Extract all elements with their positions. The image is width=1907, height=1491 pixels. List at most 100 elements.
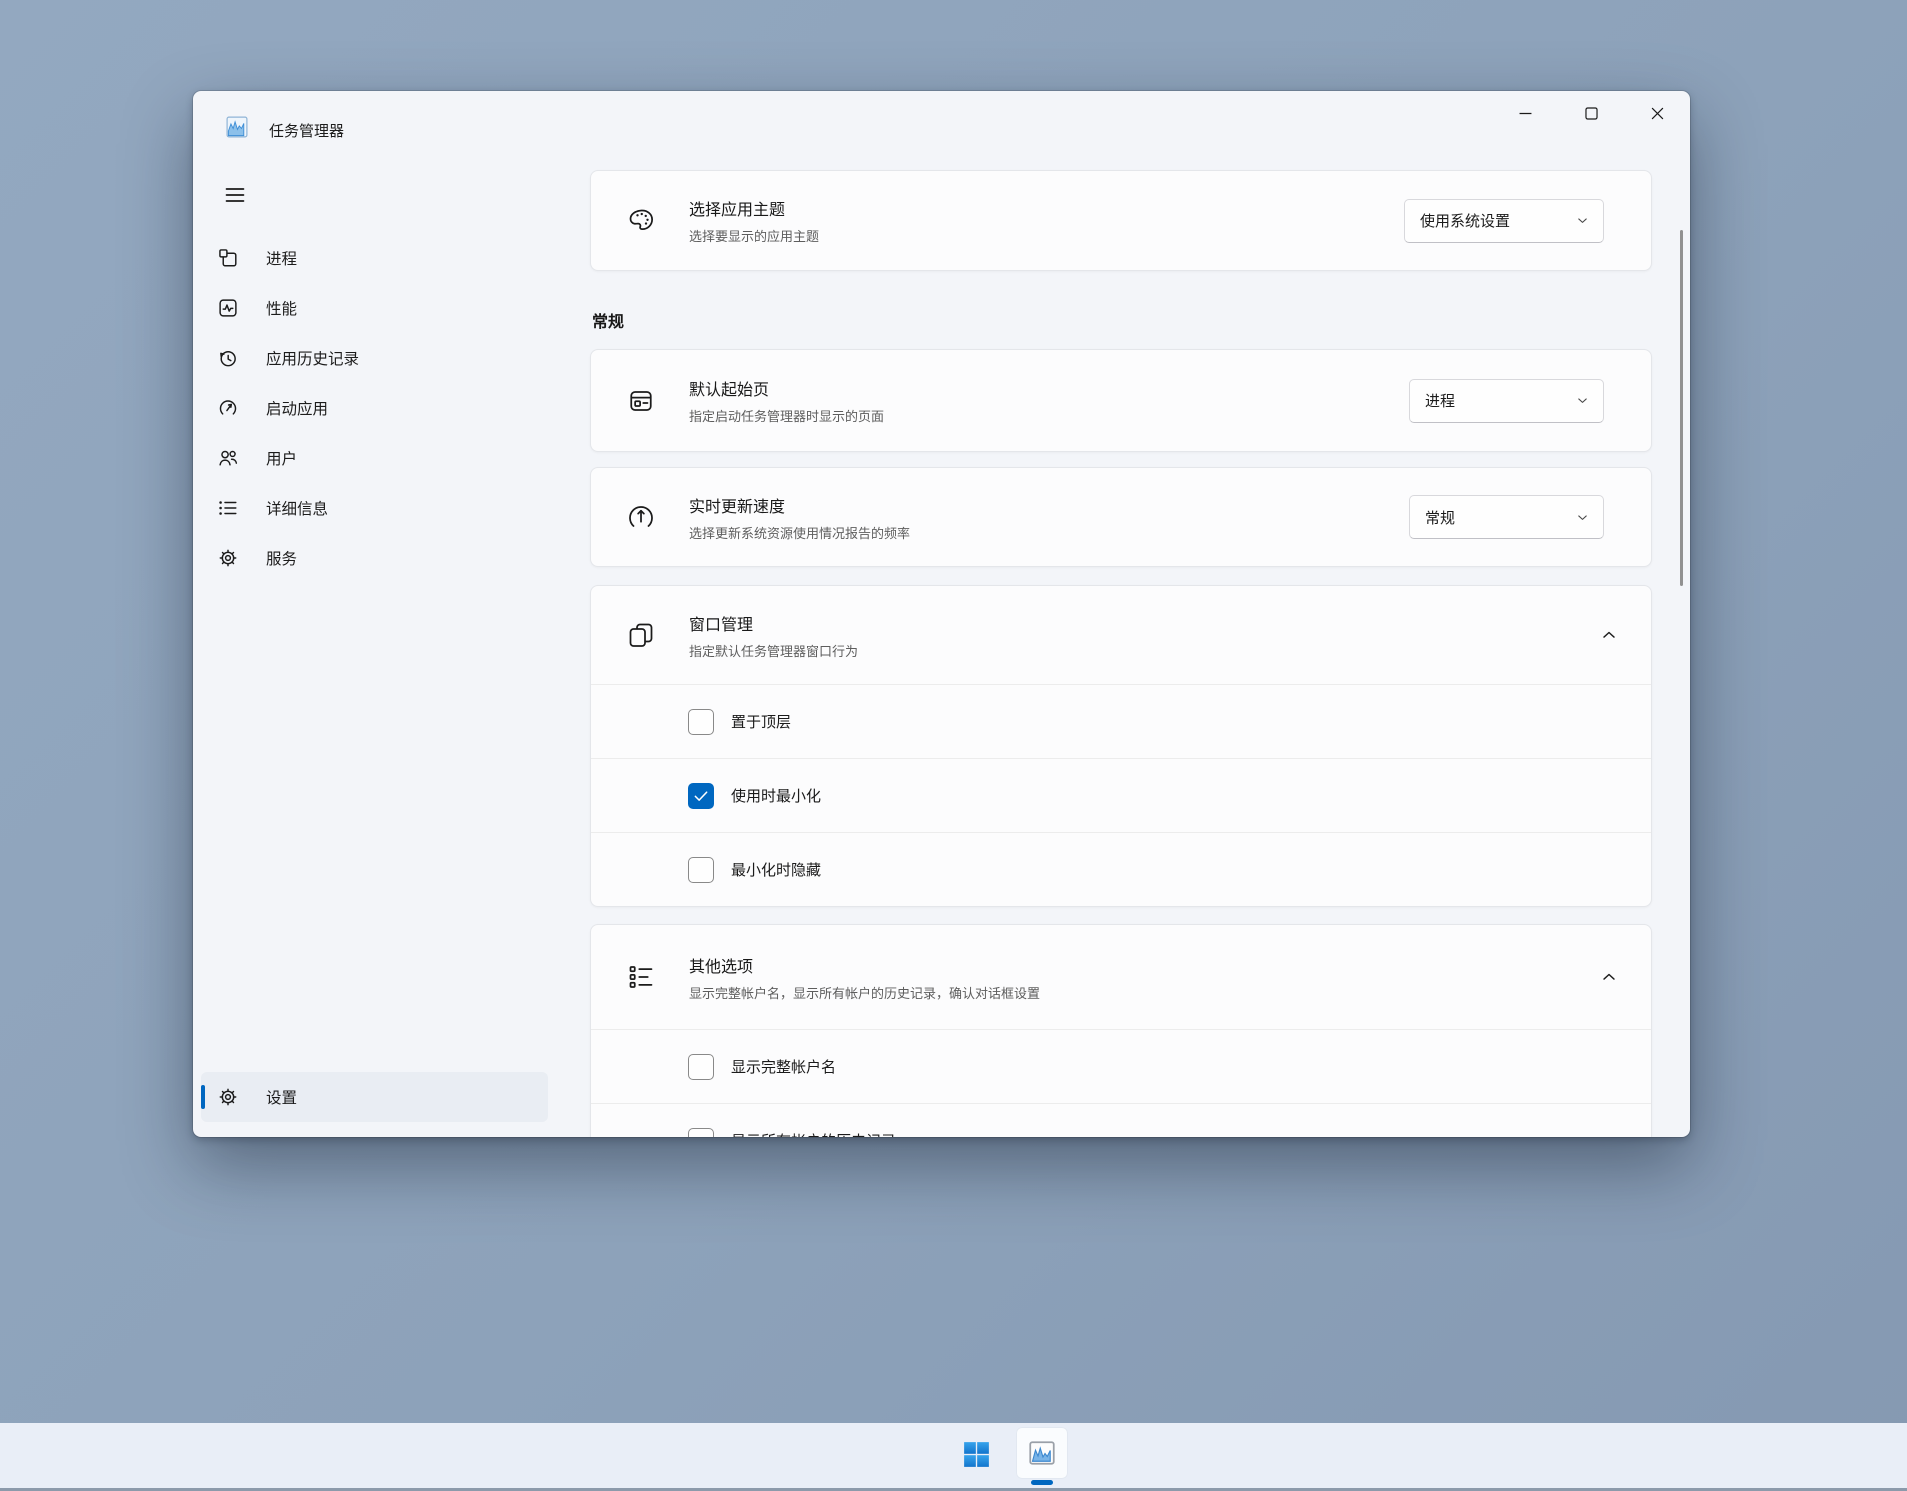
task-manager-icon	[1027, 1438, 1057, 1468]
sidebar-item-users[interactable]: 用户	[201, 433, 547, 483]
scrollbar-thumb[interactable]	[1680, 230, 1683, 586]
always-on-top-checkbox[interactable]	[688, 709, 714, 735]
start-page-icon	[626, 386, 656, 416]
window-management-title: 窗口管理	[689, 611, 858, 635]
sidebar-item-label: 启动应用	[266, 397, 328, 419]
running-app-indicator	[1031, 1480, 1053, 1485]
titlebar: 任务管理器	[193, 91, 1690, 151]
general-section-title: 常规	[592, 311, 1690, 335]
windows-stack-icon	[626, 620, 656, 650]
sidebar-item-settings[interactable]: 设置	[201, 1072, 548, 1122]
always-on-top-label: 置于顶层	[731, 711, 791, 732]
theme-card-subtitle: 选择要显示的应用主题	[689, 226, 819, 245]
start-page-setting-card: 默认起始页 指定启动任务管理器时显示的页面 进程	[590, 349, 1652, 452]
start-page-dropdown-value: 进程	[1425, 390, 1455, 411]
update-speed-dropdown[interactable]: 常规	[1409, 495, 1604, 539]
window-management-text: 窗口管理 指定默认任务管理器窗口行为	[689, 611, 858, 660]
maximize-icon	[1585, 107, 1598, 120]
sidebar-item-label: 设置	[266, 1086, 297, 1108]
minimize-on-use-checkbox[interactable]	[688, 783, 714, 809]
sidebar-item-app-history[interactable]: 应用历史记录	[201, 333, 547, 383]
app-history-icon	[217, 347, 239, 369]
hide-when-minimized-checkbox[interactable]	[688, 857, 714, 883]
window-management-header[interactable]: 窗口管理 指定默认任务管理器窗口行为	[591, 586, 1651, 684]
chevron-down-icon	[1575, 393, 1590, 408]
users-icon	[217, 447, 239, 469]
sidebar-nav: 进程 性能	[201, 233, 547, 583]
window-controls	[1492, 92, 1690, 134]
sidebar-item-startup-apps[interactable]: 启动应用	[201, 383, 547, 433]
sidebar-item-performance[interactable]: 性能	[201, 283, 547, 333]
update-speed-setting-card: 实时更新速度 选择更新系统资源使用情况报告的频率 常规	[590, 467, 1652, 567]
full-account-name-row[interactable]: 显示完整帐户名	[591, 1029, 1651, 1103]
sidebar-item-label: 用户	[266, 447, 297, 469]
other-options-collapse-button[interactable]	[1591, 959, 1627, 995]
windows-start-icon	[963, 1441, 990, 1468]
start-page-card-text: 默认起始页 指定启动任务管理器时显示的页面	[689, 376, 884, 425]
settings-gear-icon	[217, 1086, 239, 1108]
all-accounts-history-label: 显示所有帐户的历史记录	[731, 1130, 896, 1137]
taskbar-icons	[950, 1426, 1068, 1482]
minimize-on-use-row[interactable]: 使用时最小化	[591, 758, 1651, 832]
full-account-name-checkbox[interactable]	[688, 1054, 714, 1080]
task-manager-app-icon	[226, 116, 248, 138]
close-button[interactable]	[1624, 92, 1690, 134]
other-options-header[interactable]: 其他选项 显示完整帐户名，显示所有帐户的历史记录，确认对话框设置	[591, 925, 1651, 1029]
chevron-down-icon	[1575, 213, 1590, 228]
start-page-dropdown[interactable]: 进程	[1409, 379, 1604, 423]
theme-setting-card: 选择应用主题 选择要显示的应用主题 使用系统设置	[590, 170, 1652, 271]
sidebar-item-details[interactable]: 详细信息	[201, 483, 547, 533]
sidebar-item-label: 服务	[266, 547, 297, 569]
sidebar-item-label: 进程	[266, 247, 297, 269]
full-account-name-label: 显示完整帐户名	[731, 1056, 836, 1077]
window-management-card: 窗口管理 指定默认任务管理器窗口行为 置于顶层	[590, 585, 1652, 907]
sidebar: 进程 性能	[193, 151, 555, 1137]
theme-card-title: 选择应用主题	[689, 196, 819, 220]
sidebar-item-label: 性能	[266, 297, 297, 319]
update-speed-dropdown-value: 常规	[1425, 507, 1455, 528]
update-speed-card-text: 实时更新速度 选择更新系统资源使用情况报告的频率	[689, 493, 910, 542]
window-management-subtitle: 指定默认任务管理器窗口行为	[689, 641, 858, 660]
close-icon	[1651, 107, 1664, 120]
check-icon	[692, 787, 710, 805]
palette-icon	[626, 206, 656, 236]
sidebar-item-processes[interactable]: 进程	[201, 233, 547, 283]
other-options-text: 其他选项 显示完整帐户名，显示所有帐户的历史记录，确认对话框设置	[689, 953, 1040, 1002]
speedometer-icon	[626, 502, 656, 532]
window-management-collapse-button[interactable]	[1591, 617, 1627, 653]
chevron-down-icon	[1575, 510, 1590, 525]
taskbar-task-manager-button[interactable]	[1016, 1427, 1068, 1479]
sidebar-item-services[interactable]: 服务	[201, 533, 547, 583]
task-manager-window: 任务管理器	[193, 91, 1690, 1137]
navigation-menu-button[interactable]	[213, 177, 257, 213]
hamburger-icon	[224, 185, 246, 205]
minimize-button[interactable]	[1492, 92, 1558, 134]
window-title: 任务管理器	[269, 120, 344, 141]
start-page-card-subtitle: 指定启动任务管理器时显示的页面	[689, 406, 884, 425]
settings-page: 选择应用主题 选择要显示的应用主题 使用系统设置 常规	[555, 151, 1690, 1137]
hide-when-minimized-label: 最小化时隐藏	[731, 859, 821, 880]
theme-dropdown[interactable]: 使用系统设置	[1404, 199, 1604, 243]
always-on-top-row[interactable]: 置于顶层	[591, 684, 1651, 758]
active-page-indicator	[201, 1085, 205, 1109]
maximize-button[interactable]	[1558, 92, 1624, 134]
processes-icon	[217, 247, 239, 269]
chevron-up-icon	[1599, 625, 1619, 645]
all-accounts-history-checkbox[interactable]	[688, 1128, 714, 1138]
start-button[interactable]	[950, 1426, 1002, 1482]
all-accounts-history-row[interactable]: 显示所有帐户的历史记录	[591, 1103, 1651, 1137]
start-page-card-title: 默认起始页	[689, 376, 884, 400]
theme-dropdown-value: 使用系统设置	[1420, 210, 1510, 231]
theme-card-text: 选择应用主题 选择要显示的应用主题	[689, 196, 819, 245]
other-options-subtitle: 显示完整帐户名，显示所有帐户的历史记录，确认对话框设置	[689, 983, 1040, 1002]
other-options-title: 其他选项	[689, 953, 1040, 977]
startup-apps-icon	[217, 397, 239, 419]
options-list-icon	[626, 962, 656, 992]
update-speed-card-title: 实时更新速度	[689, 493, 910, 517]
desktop: 任务管理器	[0, 0, 1907, 1491]
chevron-up-icon	[1599, 967, 1619, 987]
other-options-card: 其他选项 显示完整帐户名，显示所有帐户的历史记录，确认对话框设置	[590, 924, 1652, 1137]
update-speed-card-subtitle: 选择更新系统资源使用情况报告的频率	[689, 523, 910, 542]
details-icon	[217, 497, 239, 519]
hide-when-minimized-row[interactable]: 最小化时隐藏	[591, 832, 1651, 906]
